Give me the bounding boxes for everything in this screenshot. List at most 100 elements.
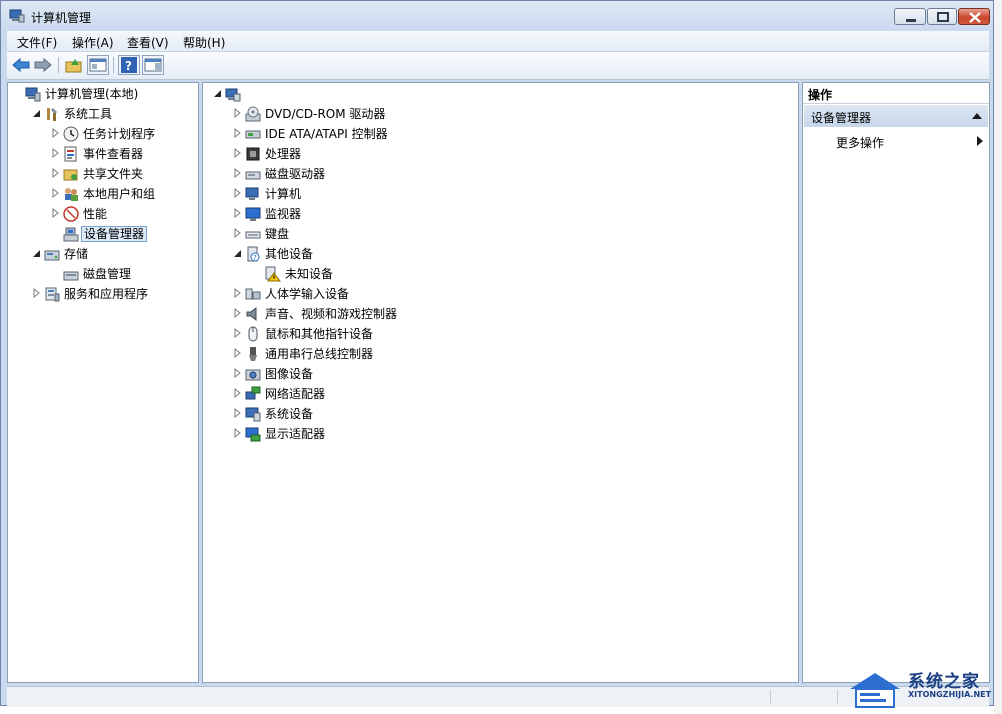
console-tree-item[interactable]: 服务和应用程序	[31, 285, 198, 303]
console-tree-item-label: 磁盘管理	[83, 267, 132, 281]
menu-help[interactable]: 帮助(H)	[183, 34, 225, 51]
more-actions-item[interactable]: 更多操作	[804, 131, 988, 151]
console-tree-item[interactable]: 计算机管理(本地)	[12, 85, 198, 103]
collapse-toggle-icon[interactable]	[31, 108, 41, 118]
collapse-toggle-icon[interactable]	[31, 248, 41, 258]
expand-toggle-icon[interactable]	[232, 368, 242, 378]
device-category-label: 声音、视频和游戏控制器	[265, 307, 398, 321]
performance-icon	[63, 206, 79, 222]
expand-toggle-icon[interactable]	[232, 288, 242, 298]
display-adapter-icon	[245, 427, 261, 442]
expand-toggle-icon[interactable]	[232, 108, 242, 118]
close-button[interactable]	[958, 8, 990, 25]
hid-icon	[245, 288, 261, 300]
forward-button[interactable]	[32, 55, 54, 75]
menu-file[interactable]: 文件(F)	[17, 34, 57, 51]
device-category-item[interactable]: IDE ATA/ATAPI 控制器	[232, 125, 798, 143]
device-category-label: 人体学输入设备	[265, 287, 350, 301]
device-category-item[interactable]: ? 其他设备	[232, 245, 798, 263]
device-category-label: 计算机	[265, 187, 302, 201]
console-tree-item[interactable]: 任务计划程序	[50, 125, 198, 143]
device-category-label: 鼠标和其他指针设备	[265, 327, 374, 341]
expand-toggle-icon[interactable]	[232, 168, 242, 178]
device-category-item[interactable]: 人体学输入设备	[232, 285, 798, 303]
expand-toggle-icon[interactable]	[232, 388, 242, 398]
expand-toggle-icon[interactable]	[50, 148, 60, 158]
services-icon	[45, 287, 60, 302]
console-tree-item[interactable]: 存储	[31, 245, 198, 263]
forward-arrow-icon	[34, 57, 52, 73]
show-hide-tree-button[interactable]	[87, 55, 109, 75]
expand-toggle-icon[interactable]	[50, 188, 60, 198]
watermark-name: 系统之家	[908, 672, 980, 692]
status-bar	[7, 686, 989, 707]
expand-toggle-icon[interactable]	[232, 428, 242, 438]
help-button[interactable]: ?	[118, 55, 140, 75]
expand-toggle-icon[interactable]	[232, 128, 242, 138]
device-category-item[interactable]: 网络适配器	[232, 385, 798, 403]
expand-toggle-icon[interactable]	[232, 208, 242, 218]
console-tree-icon	[89, 58, 107, 72]
minimize-button[interactable]	[894, 8, 926, 25]
toolbar-separator	[58, 57, 59, 73]
device-category-item[interactable]: 图像设备	[232, 365, 798, 383]
device-category-item[interactable]: 通用串行总线控制器	[232, 345, 798, 363]
device-category-item[interactable]: 处理器	[232, 145, 798, 163]
device-category-label: 网络适配器	[265, 387, 326, 401]
console-tree-item[interactable]: 磁盘管理	[50, 265, 198, 283]
console-tree-item[interactable]: 本地用户和组	[50, 185, 198, 203]
show-action-pane-button[interactable]	[142, 55, 164, 75]
console-tree-item[interactable]: 设备管理器	[50, 225, 198, 243]
console-tree-item[interactable]: 共享文件夹	[50, 165, 198, 183]
expand-toggle-icon[interactable]	[232, 148, 242, 158]
menu-view[interactable]: 查看(V)	[127, 34, 169, 51]
menu-action[interactable]: 操作(A)	[72, 34, 114, 51]
expand-toggle-icon[interactable]	[232, 188, 242, 198]
expand-toggle-icon[interactable]	[232, 348, 242, 358]
toolbar: ?	[7, 52, 989, 80]
device-category-item[interactable]: 系统设备	[232, 405, 798, 423]
console-tree-item[interactable]: 系统工具	[31, 105, 198, 123]
device-category-item[interactable]: DVD/CD-ROM 驱动器	[232, 105, 798, 123]
device-category-item[interactable]: 显示适配器	[232, 425, 798, 443]
device-category-item[interactable]: 键盘	[232, 225, 798, 243]
collapse-toggle-icon[interactable]	[212, 88, 222, 98]
expand-toggle-icon[interactable]	[232, 308, 242, 318]
expand-toggle-icon[interactable]	[50, 168, 60, 178]
console-tree-item-label: 存储	[64, 247, 89, 261]
console-tree-item-label: 事件查看器	[83, 147, 144, 161]
device-category-label: 显示适配器	[265, 427, 326, 441]
speaker-icon	[246, 306, 257, 322]
device-category-item[interactable]: 计算机	[232, 185, 798, 203]
device-category-label: 处理器	[265, 147, 302, 161]
expand-toggle-icon[interactable]	[232, 408, 242, 418]
status-divider	[770, 690, 771, 704]
device-category-label: 图像设备	[265, 367, 314, 381]
toolbar-separator	[113, 57, 114, 73]
expand-toggle-icon[interactable]	[50, 128, 60, 138]
console-tree-item[interactable]: 性能	[50, 205, 198, 223]
watermark-url: XITONGZHIJIA.NET	[908, 690, 992, 699]
maximize-button[interactable]	[927, 8, 957, 25]
console-tree-item[interactable]: 事件查看器	[50, 145, 198, 163]
device-tree-root[interactable]	[212, 85, 798, 103]
other-devices-icon: ?	[247, 246, 260, 262]
device-category-item[interactable]: 鼠标和其他指针设备	[232, 325, 798, 343]
device-category-item[interactable]: 未知设备	[252, 265, 798, 283]
actions-section-device-manager[interactable]: 设备管理器	[804, 105, 988, 127]
watermark-logo-icon	[850, 673, 900, 708]
window-title: 计算机管理	[31, 11, 92, 25]
device-category-item[interactable]: 磁盘驱动器	[232, 165, 798, 183]
back-button[interactable]	[10, 55, 32, 75]
collapse-toggle-icon[interactable]	[232, 248, 242, 258]
title-bar[interactable]: 计算机管理	[1, 1, 993, 31]
menu-bar: 文件(F) 操作(A) 查看(V) 帮助(H)	[7, 31, 989, 52]
camera-icon	[245, 369, 261, 381]
device-category-item[interactable]: 声音、视频和游戏控制器	[232, 305, 798, 323]
device-category-item[interactable]: 监视器	[232, 205, 798, 223]
expand-toggle-icon[interactable]	[232, 328, 242, 338]
expand-toggle-icon[interactable]	[31, 288, 41, 298]
up-level-button[interactable]	[63, 55, 85, 75]
expand-toggle-icon[interactable]	[232, 228, 242, 238]
expand-toggle-icon[interactable]	[50, 208, 60, 218]
